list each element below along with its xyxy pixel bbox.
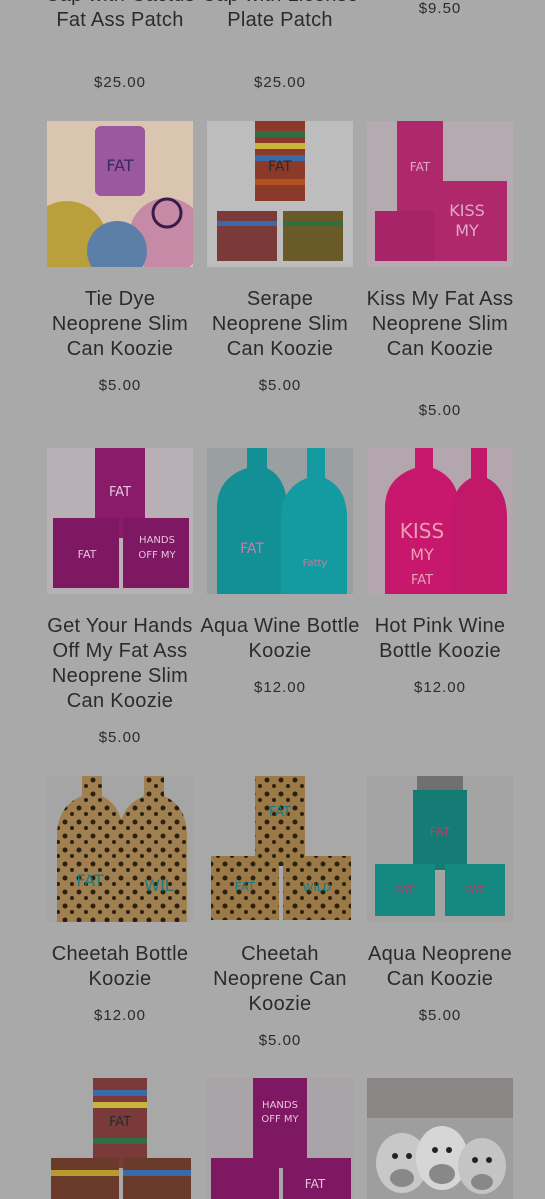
product-image[interactable]: FAT (207, 121, 353, 267)
product-image[interactable]: FAT Fatty (207, 448, 353, 594)
product-grid-page: Cap with Cactus Fat Ass Patch $25.00 Cap… (0, 0, 545, 1199)
svg-text:MY: MY (455, 221, 479, 240)
product-price: $5.00 (98, 729, 142, 746)
product-image[interactable]: KISS MY FAT (367, 121, 513, 267)
svg-text:FAT: FAT (109, 1115, 131, 1130)
cheetah-can-koozie-image: FAT FAT WILD (207, 776, 353, 922)
product-price: $12.00 (254, 679, 306, 696)
svg-text:FAT: FAT (410, 160, 431, 174)
svg-text:KISS: KISS (449, 201, 485, 220)
aqua-can-koozie-image: FAT FAT FAT (367, 776, 513, 922)
product-title[interactable]: Cheetah Neoprene Can Koozie (200, 942, 360, 1017)
product-title[interactable]: Cap with License Plate Patch (200, 0, 360, 33)
cheetah-bottle-koozie-image: FAT WIL (47, 776, 193, 922)
product-image[interactable]: FAT HANDS OFF MY FAT (47, 448, 193, 594)
serape-koozie-image: FAT (207, 121, 353, 267)
product-price: $5.00 (98, 377, 142, 394)
hot-pink-wine-koozie-image: KISS MY FAT (367, 448, 513, 594)
product-price: $9.50 (418, 0, 462, 17)
product-price: $25.00 (254, 74, 306, 91)
svg-text:FAT: FAT (411, 573, 433, 588)
svg-text:FAT: FAT (235, 880, 256, 894)
product-image[interactable]: FAT FAT FAT (367, 776, 513, 922)
product-price: $25.00 (94, 74, 146, 91)
svg-text:FAT: FAT (430, 825, 451, 839)
product-title[interactable]: Serape Neoprene Slim Can Koozie (200, 287, 360, 362)
svg-text:FAT: FAT (78, 548, 97, 561)
hands-off-koozie-image: FAT HANDS OFF MY FAT (47, 448, 193, 594)
svg-text:FAT: FAT (76, 871, 103, 890)
serape-can-koozie-image: FAT (47, 1078, 193, 1199)
tie-dye-koozie-image: FAT (47, 121, 193, 267)
svg-text:FAT: FAT (396, 884, 415, 897)
product-title[interactable]: Tie Dye Neoprene Slim Can Koozie (40, 287, 200, 362)
svg-text:KISS: KISS (400, 519, 444, 543)
svg-text:FAT: FAT (109, 485, 131, 500)
aqua-wine-koozie-image: FAT Fatty (207, 448, 353, 594)
svg-text:FAT: FAT (240, 541, 264, 557)
product-image[interactable]: KISS MY FAT (367, 448, 513, 594)
svg-text:MY: MY (410, 545, 434, 564)
product-price: $12.00 (94, 1007, 146, 1024)
product-title[interactable]: Get Your Hands Off My Fat Ass Neoprene S… (40, 614, 200, 714)
product-price: $12.00 (414, 679, 466, 696)
product-title[interactable]: Hot Pink Wine Bottle Koozie (360, 614, 520, 664)
product-image[interactable]: FAT WIL (47, 776, 193, 922)
product-image[interactable]: FAT FAT WILD (207, 776, 353, 922)
purple-can-koozie-image: HANDS OFF MY FAT (207, 1078, 353, 1199)
svg-text:FAT: FAT (268, 159, 292, 175)
svg-text:WILD: WILD (303, 881, 332, 894)
product-price: $5.00 (418, 402, 462, 419)
product-title[interactable]: Aqua Wine Bottle Koozie (200, 614, 360, 664)
product-image[interactable]: HANDS OFF MY FAT (207, 1078, 353, 1199)
product-title[interactable]: Cap with Cactus Fat Ass Patch (40, 0, 200, 33)
product-title[interactable]: Aqua Neoprene Can Koozie (360, 942, 520, 992)
svg-text:FAT: FAT (466, 884, 485, 897)
svg-text:HANDS: HANDS (139, 535, 175, 546)
svg-text:FAT: FAT (106, 156, 133, 175)
product-image[interactable]: FAT (47, 121, 193, 267)
svg-text:OFF MY: OFF MY (138, 550, 176, 561)
svg-text:OFF MY: OFF MY (261, 1114, 299, 1125)
product-image[interactable] (367, 1078, 513, 1199)
product-price: $5.00 (258, 1032, 302, 1049)
product-price: $5.00 (258, 377, 302, 394)
donkey-plush-image (367, 1078, 513, 1199)
svg-text:Fatty: Fatty (303, 558, 328, 569)
product-title[interactable]: Cheetah Bottle Koozie (40, 942, 200, 992)
product-title[interactable]: Kiss My Fat Ass Neoprene Slim Can Koozie (360, 287, 520, 362)
svg-text:WIL: WIL (144, 876, 174, 895)
product-image[interactable]: FAT (47, 1078, 193, 1199)
product-price: $5.00 (418, 1007, 462, 1024)
svg-text:FAT: FAT (305, 1177, 326, 1191)
svg-text:HANDS: HANDS (262, 1100, 298, 1111)
svg-text:FAT: FAT (269, 805, 291, 820)
kiss-my-koozie-image: KISS MY FAT (367, 121, 513, 267)
